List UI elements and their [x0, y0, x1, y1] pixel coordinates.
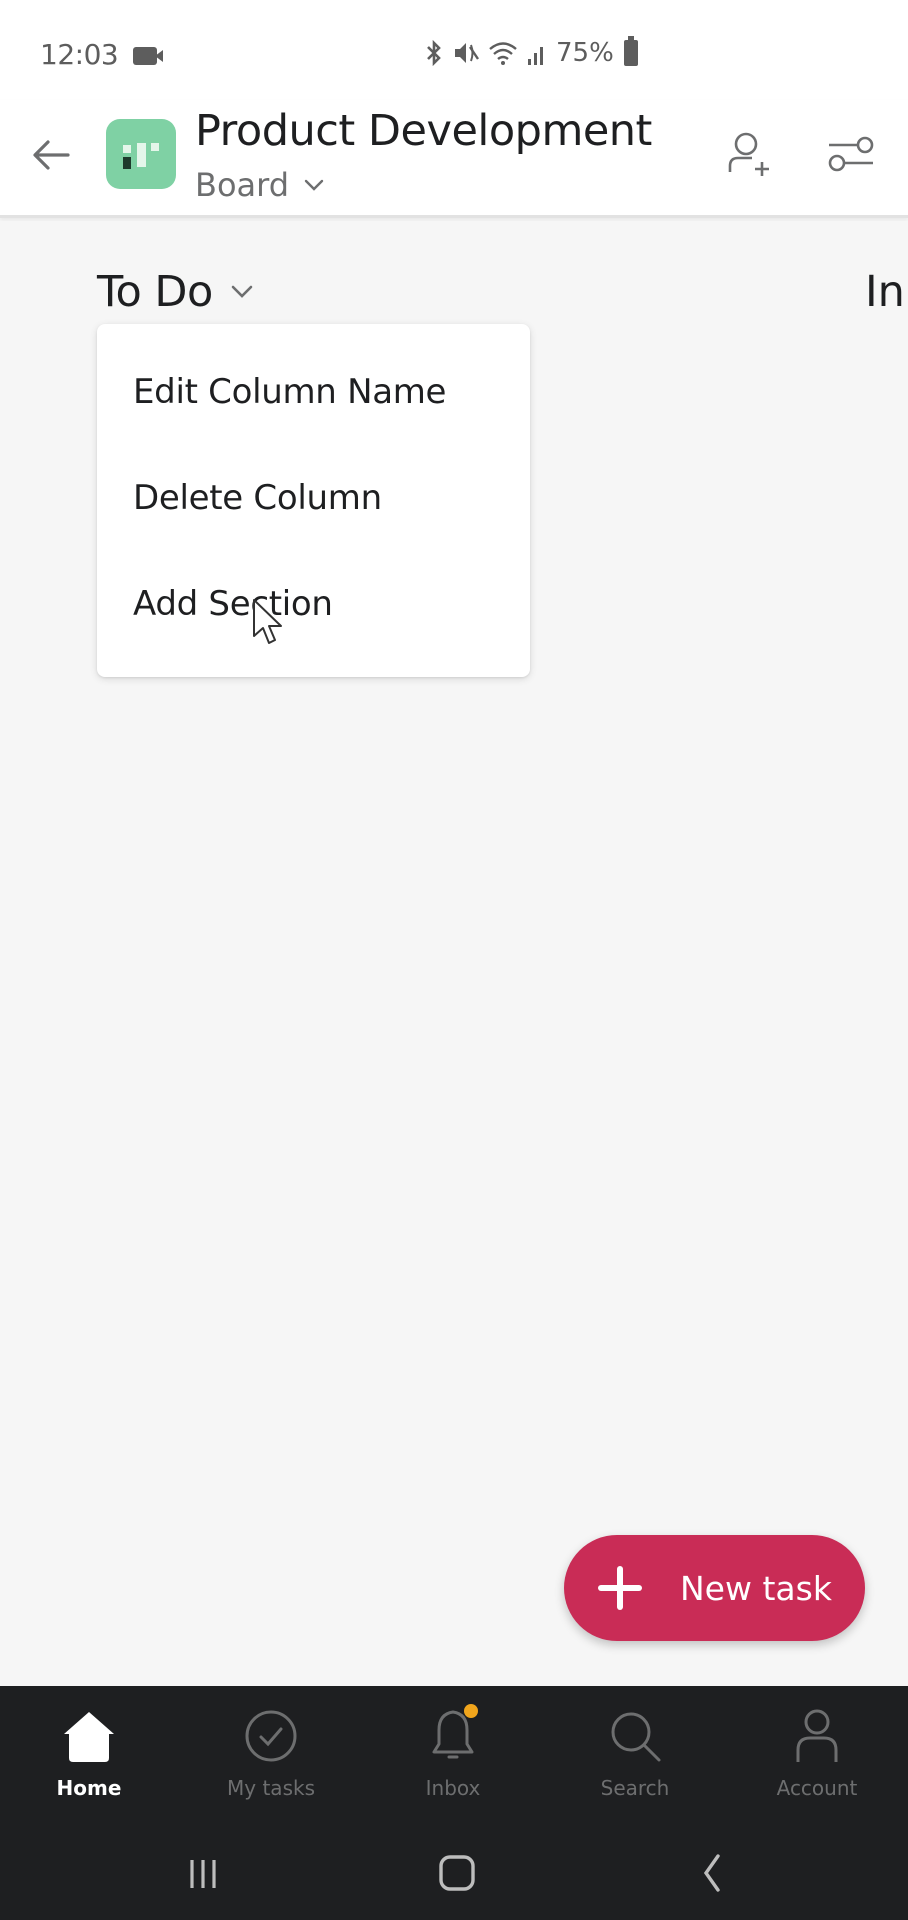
person-icon	[796, 1709, 838, 1762]
check-circle-icon	[245, 1710, 297, 1762]
status-icons: 75%	[424, 36, 638, 68]
app-header: Product Development Board	[0, 100, 908, 218]
new-task-label: New task	[680, 1568, 832, 1608]
battery-percentage: 75%	[556, 38, 614, 68]
nav-item-inbox[interactable]: Inbox	[378, 1704, 528, 1816]
view-label: Board	[195, 166, 290, 204]
nav-item-my-tasks[interactable]: My tasks	[196, 1706, 346, 1816]
status-time: 12:03	[40, 38, 119, 71]
nav-item-home[interactable]: Home	[14, 1706, 164, 1816]
bell-icon	[423, 1704, 483, 1766]
menu-item-add-section[interactable]: Add Section	[133, 584, 333, 624]
nav-item-account[interactable]: Account	[742, 1706, 892, 1816]
nav-item-search[interactable]: Search	[560, 1706, 710, 1816]
mute-icon	[455, 43, 479, 63]
back-arrow-icon[interactable]	[28, 132, 74, 178]
nav-label: Search	[600, 1776, 670, 1800]
filter-settings-icon[interactable]	[826, 130, 876, 180]
column-header-to-do[interactable]: To Do	[97, 267, 255, 317]
back-system-icon[interactable]	[682, 1848, 742, 1898]
screen-record-icon	[133, 47, 163, 65]
system-navigation-bar	[0, 1826, 908, 1920]
notification-badge	[464, 1704, 478, 1718]
battery-icon	[623, 36, 638, 66]
bottom-navigation: Home My tasks Inbox Search Account	[0, 1686, 908, 1826]
column-title-next[interactable]: In	[865, 267, 905, 317]
nav-label: Home	[56, 1776, 122, 1800]
add-member-icon[interactable]	[722, 128, 778, 184]
chevron-down-icon	[304, 179, 324, 191]
column-options-menu: Edit Column Name Delete Column Add Secti…	[97, 324, 530, 677]
nav-label: Account	[776, 1776, 858, 1800]
home-icon	[64, 1712, 114, 1762]
menu-item-edit-column-name[interactable]: Edit Column Name	[133, 372, 446, 412]
recent-apps-icon[interactable]	[173, 1848, 233, 1898]
new-task-button[interactable]: New task	[564, 1535, 865, 1641]
column-title: To Do	[97, 267, 213, 317]
nav-label: My tasks	[227, 1776, 315, 1800]
menu-item-delete-column[interactable]: Delete Column	[133, 478, 382, 518]
home-system-icon[interactable]	[427, 1848, 487, 1898]
project-title: Product Development	[195, 106, 652, 156]
chevron-down-icon[interactable]	[229, 284, 255, 300]
search-icon	[611, 1712, 661, 1762]
bluetooth-icon	[427, 39, 441, 67]
plus-icon	[598, 1566, 642, 1610]
project-icon	[106, 119, 176, 189]
status-bar: 12:03 75%	[0, 0, 908, 100]
wifi-icon	[489, 42, 517, 65]
view-switcher[interactable]: Board	[195, 166, 325, 204]
board-view: To Do In Edit Column Name Delete Column …	[0, 221, 908, 1686]
signal-icon	[528, 47, 543, 65]
nav-label: Inbox	[425, 1776, 481, 1800]
